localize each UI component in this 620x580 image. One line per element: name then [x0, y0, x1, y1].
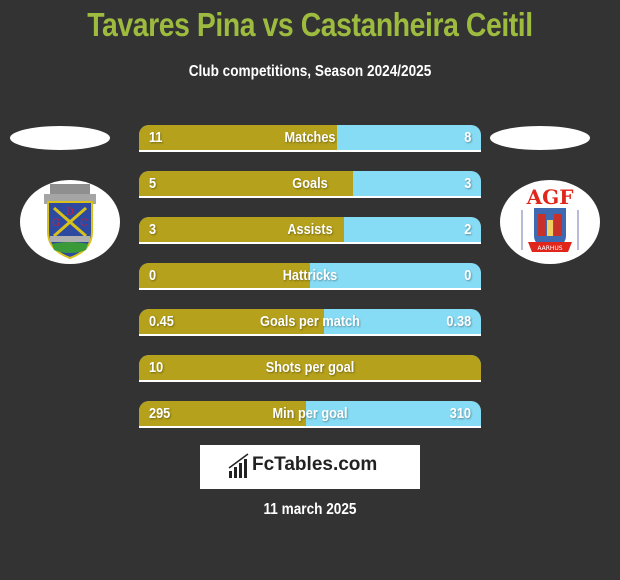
- stat-label: Assists: [287, 221, 333, 238]
- left-player-badge: [10, 126, 110, 150]
- right-value: 310: [449, 405, 471, 422]
- right-value: 8: [463, 129, 471, 146]
- stat-label: Min per goal: [272, 405, 348, 422]
- left-value: 5: [149, 175, 157, 192]
- brand-name: FcTables.com: [252, 454, 378, 475]
- stat-bar-goals: Goals 5 3: [139, 171, 481, 198]
- right-player-badge: [490, 126, 590, 150]
- stat-bar-assists: Assists 3 2: [139, 217, 481, 244]
- stat-bar-matches: Matches 11 8: [139, 125, 481, 152]
- stat-label: Goals: [292, 175, 328, 192]
- date-label: 11 march 2025: [263, 501, 357, 518]
- left-team-logo: D G C: [20, 180, 120, 264]
- svg-text:C: C: [80, 218, 88, 229]
- right-value: 0: [463, 267, 471, 284]
- stat-label: Shots per goal: [265, 359, 355, 376]
- svg-text:AGF: AGF: [526, 185, 574, 209]
- right-value: 0.38: [446, 313, 471, 330]
- page-title: Tavares Pina vs Castanheira Ceitil: [87, 6, 533, 43]
- stat-label: Hattricks: [282, 267, 338, 284]
- svg-text:AARHUS: AARHUS: [537, 245, 562, 252]
- stat-bar-hattricks: Hattricks 0 0: [139, 263, 481, 290]
- agf-aarhus-crest-icon: AGF AARHUS: [521, 185, 579, 252]
- left-value: 3: [149, 221, 157, 238]
- svg-text:D: D: [66, 207, 74, 218]
- right-value: 2: [463, 221, 471, 238]
- fctables-logo[interactable]: FcTables.com: [200, 445, 420, 489]
- stat-label: Matches: [284, 129, 336, 146]
- left-value: 10: [149, 359, 164, 376]
- left-value: 11: [149, 129, 163, 146]
- left-value: 0.45: [149, 313, 174, 330]
- stat-bar-shots-per-goal: Shots per goal 10: [139, 355, 481, 382]
- bar-chart-icon: [228, 453, 249, 478]
- stat-bar-goals-per-match: Goals per match 0.45 0.38: [139, 309, 481, 336]
- stat-bar-min-per-goal: Min per goal 295 310: [139, 401, 481, 428]
- left-value: 0: [149, 267, 157, 284]
- right-team-logo: AGF AARHUS: [500, 180, 600, 264]
- right-value: 3: [463, 175, 471, 192]
- left-value: 295: [149, 405, 171, 422]
- page-subtitle: Club competitions, Season 2024/2025: [188, 63, 432, 80]
- svg-text:G: G: [52, 218, 60, 229]
- gd-chaves-crest-icon: D G C: [44, 184, 96, 260]
- stat-label: Goals per match: [260, 313, 360, 330]
